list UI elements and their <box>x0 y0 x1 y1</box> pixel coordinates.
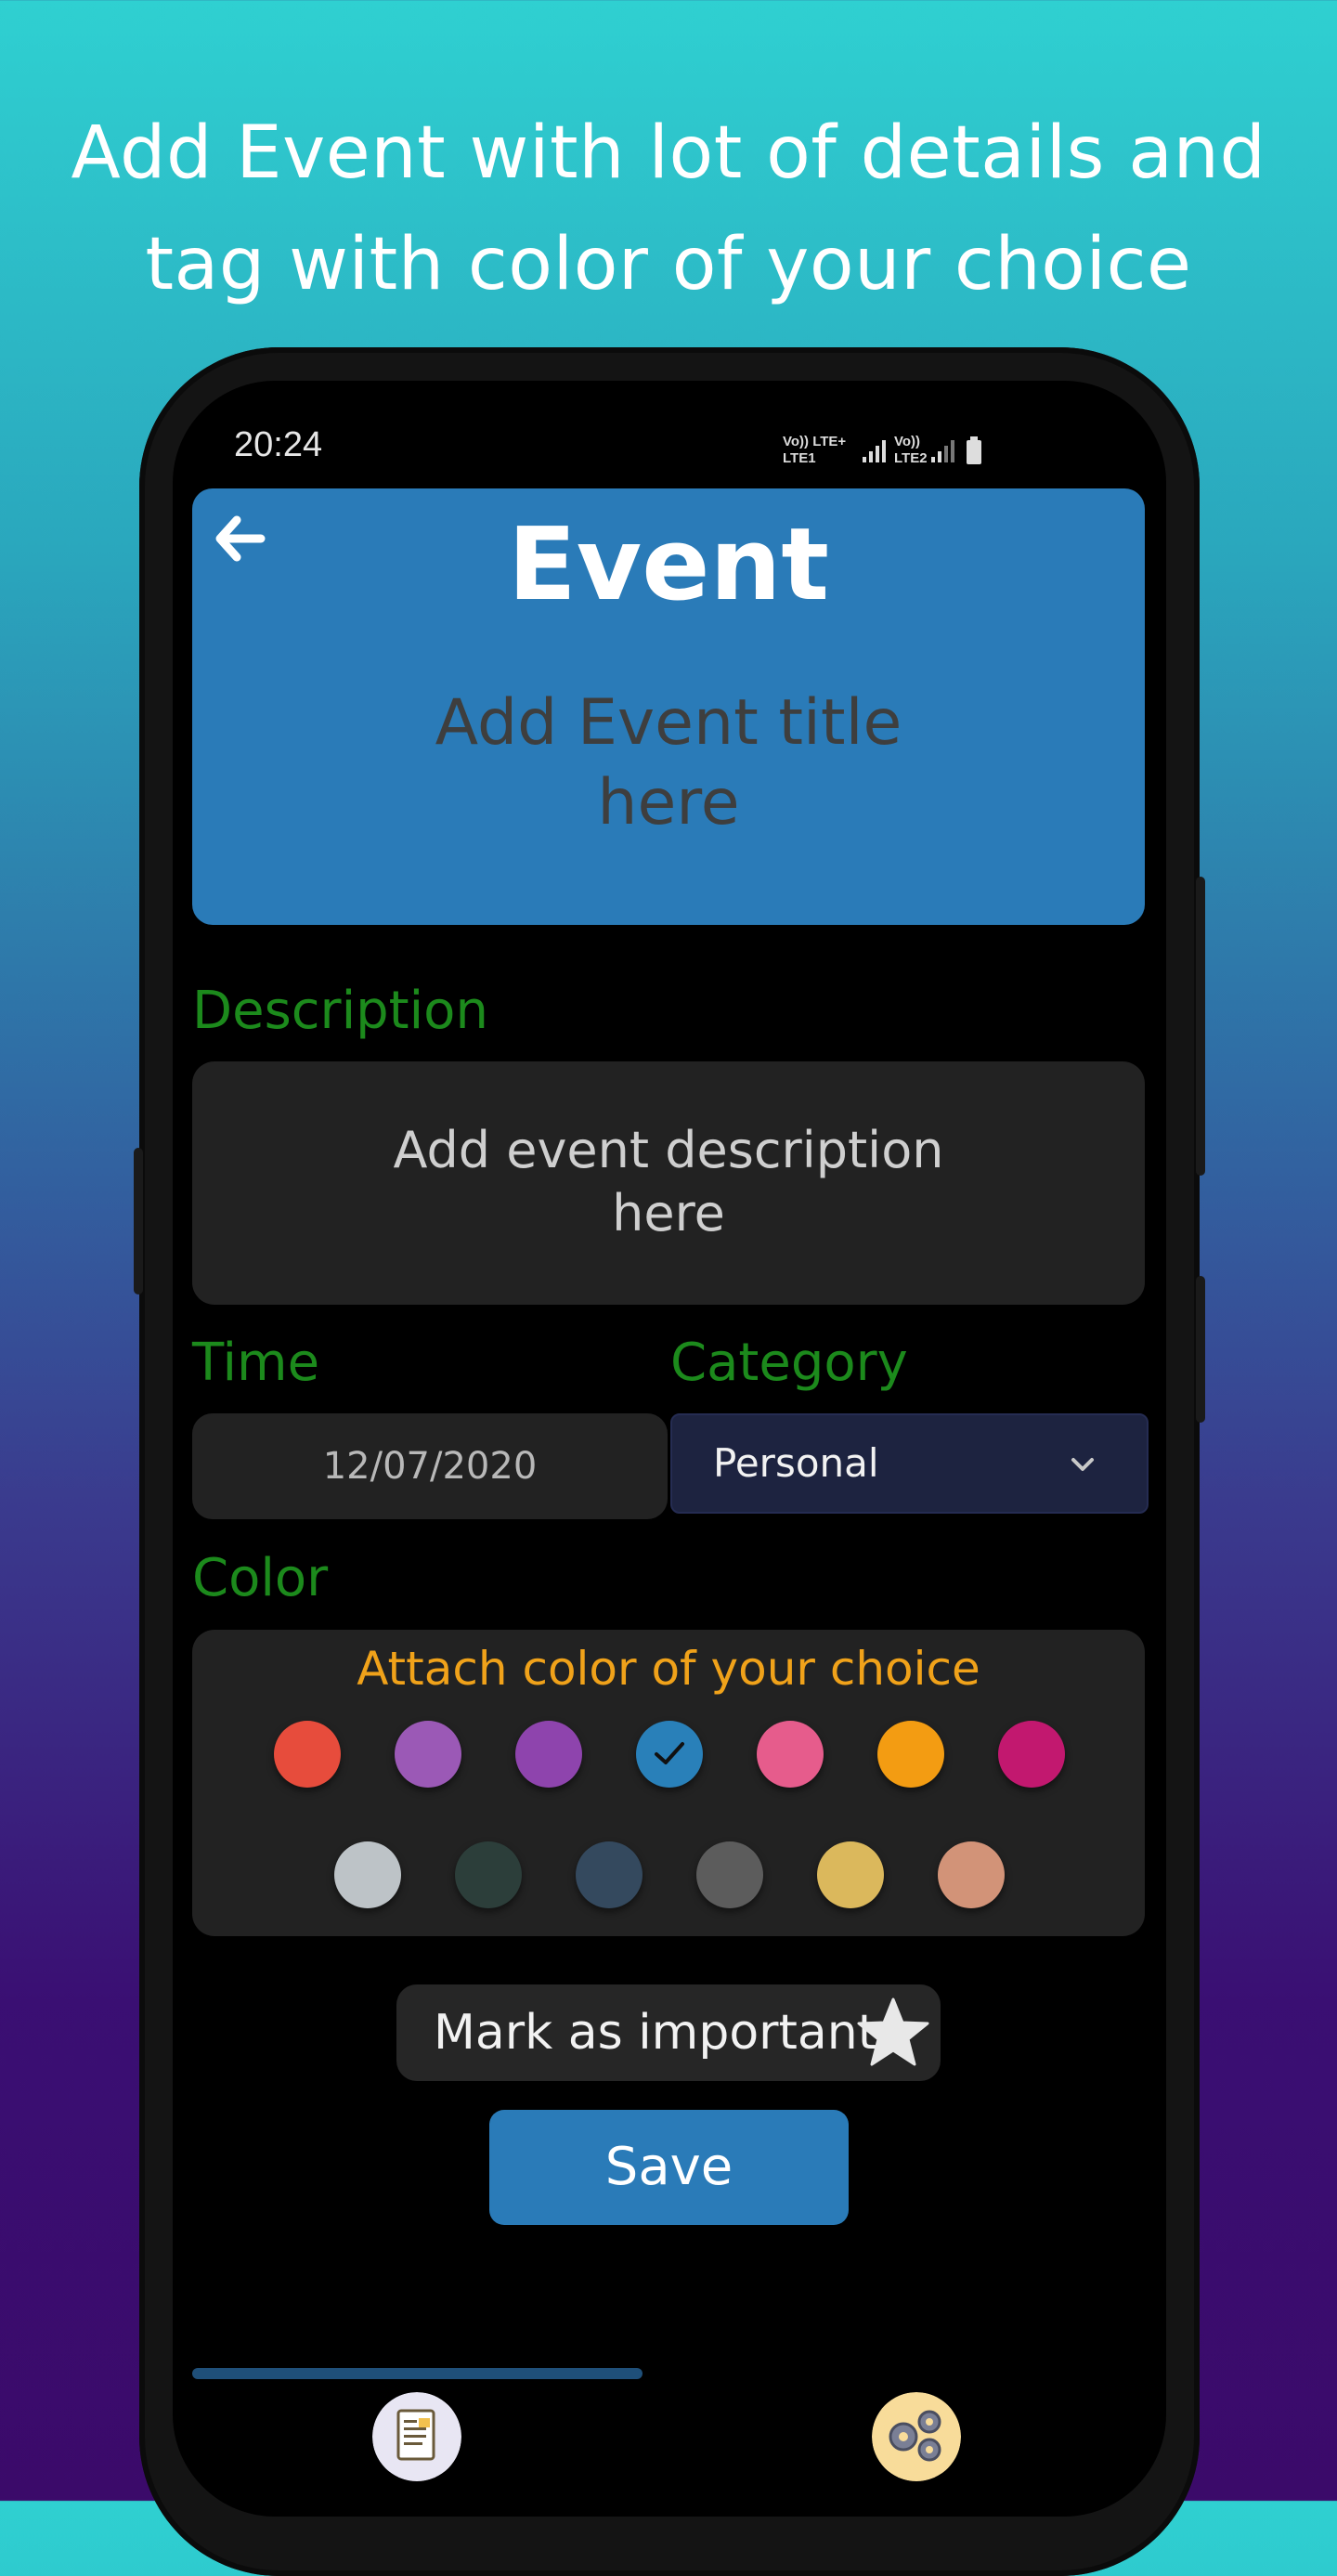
color-swatch[interactable] <box>998 1721 1065 1788</box>
title-placeholder-line2: here <box>597 766 740 839</box>
title-placeholder-line1: Add Event title <box>435 686 902 760</box>
battery-icon <box>967 436 981 464</box>
status-time: 20:24 <box>234 425 323 464</box>
description-placeholder: Add event description here <box>192 1119 1145 1245</box>
event-title-input[interactable]: Add Event title here <box>390 683 947 843</box>
network1-sub-label: LTE1 <box>783 450 816 466</box>
color-swatch[interactable] <box>274 1721 341 1788</box>
time-field[interactable]: 12/07/2020 <box>192 1413 668 1519</box>
color-swatch[interactable] <box>757 1721 824 1788</box>
color-swatch[interactable] <box>817 1841 884 1908</box>
promo-headline: Add Event with lot of details and tag wi… <box>0 98 1337 320</box>
signal-icon-2 <box>931 440 954 462</box>
promo-headline-line2: tag with color of your choice <box>145 223 1192 306</box>
color-swatch[interactable] <box>515 1721 582 1788</box>
description-label: Description <box>192 981 488 1041</box>
color-swatch[interactable] <box>334 1841 401 1908</box>
color-swatch[interactable] <box>877 1721 944 1788</box>
phone-screen: 20:24 Vo)) LTE+ LTE1 Vo)) LTE2 Event Add… <box>173 381 1166 2517</box>
notes-document-icon[interactable] <box>372 2392 461 2481</box>
settings-gears-icon[interactable] <box>872 2392 961 2481</box>
color-label: Color <box>192 1548 329 1608</box>
page-title: Event <box>508 507 829 623</box>
time-label: Time <box>192 1333 320 1393</box>
signal-icon-1 <box>863 440 886 462</box>
color-swatch[interactable] <box>938 1841 1005 1908</box>
event-header-card: Event Add Event title here <box>192 488 1145 925</box>
tab-indicator <box>192 2368 643 2379</box>
color-swatch[interactable] <box>576 1841 643 1908</box>
network1-label: Vo)) LTE+ <box>783 434 846 449</box>
category-label: Category <box>670 1333 908 1393</box>
mark-important-label: Mark as important <box>434 2005 877 2061</box>
description-placeholder-line2: here <box>612 1184 725 1242</box>
color-hint: Attach color of your choice <box>357 1642 980 1696</box>
promo-headline-line1: Add Event with lot of details and <box>71 111 1266 195</box>
check-icon <box>655 1742 684 1764</box>
color-swatch[interactable] <box>455 1841 522 1908</box>
color-picker: Attach color of your choice <box>192 1630 1145 1936</box>
status-icons: Vo)) LTE+ LTE1 Vo)) LTE2 <box>783 434 981 466</box>
phone-side-button-right-bottom <box>1196 1276 1205 1423</box>
mark-important-button[interactable]: Mark as important <box>396 1984 941 2081</box>
star-icon <box>857 1997 929 2066</box>
save-button[interactable]: Save <box>489 2110 849 2225</box>
color-swatch[interactable] <box>696 1841 763 1908</box>
network2-label: Vo)) <box>894 434 920 449</box>
description-input[interactable]: Add event description here <box>192 1061 1145 1305</box>
phone-side-button-right-top <box>1196 877 1205 1176</box>
color-swatch[interactable] <box>636 1721 703 1788</box>
description-placeholder-line1: Add event description <box>393 1121 944 1179</box>
color-swatch[interactable] <box>395 1721 461 1788</box>
chevron-down-icon <box>1071 1458 1094 1471</box>
network2-sub-label: LTE2 <box>894 450 928 466</box>
category-value: Personal <box>713 1440 879 1486</box>
category-select[interactable]: Personal <box>670 1413 1149 1514</box>
phone-side-button-left <box>134 1148 143 1295</box>
